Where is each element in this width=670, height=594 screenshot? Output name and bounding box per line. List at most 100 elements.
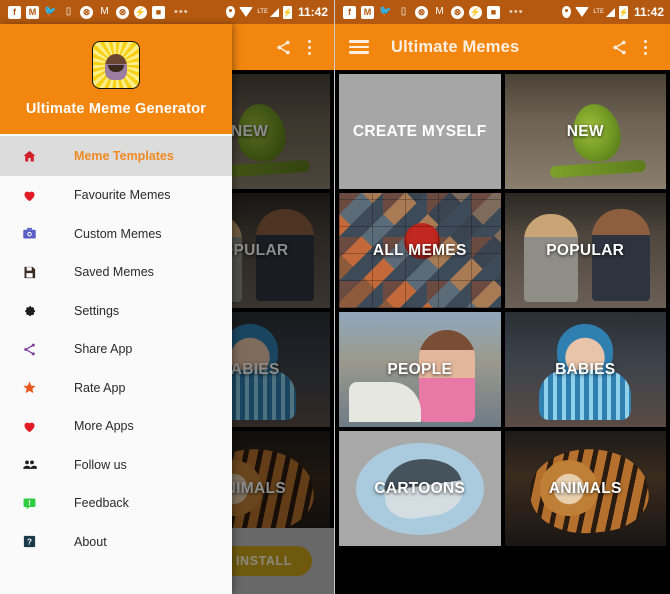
clock-left: 11:42 <box>297 5 328 19</box>
more-vert-icon[interactable] <box>632 34 658 60</box>
tile-label: CARTOONS <box>374 479 466 497</box>
camera-icon <box>22 225 44 243</box>
drawer-item-label: About <box>74 534 107 549</box>
twitter-icon: 🐦 <box>379 6 392 17</box>
status-overflow-dots: ••• <box>174 6 189 18</box>
drawer-header: Ultimate Meme Generator <box>0 24 232 136</box>
inbox-icon: ▯ <box>65 6 72 17</box>
battery-charging-icon: ⚡ <box>282 5 293 19</box>
tile-cartoons[interactable]: CARTOONS <box>339 431 501 546</box>
tile-label: CREATE MYSELF <box>352 122 487 140</box>
drawer-app-title: Ultimate Meme Generator <box>25 101 207 117</box>
network-label: LTE <box>593 9 604 15</box>
status-overflow-dots: ••• <box>509 6 524 18</box>
location-pin-icon <box>562 6 572 18</box>
facebook-icon: f <box>8 5 21 19</box>
navigation-drawer: Ultimate Meme Generator Meme Templates Fa… <box>0 24 232 594</box>
gallery-icon: ■ <box>152 5 165 19</box>
help-icon: ? <box>22 533 44 551</box>
page-title: Ultimate Memes <box>391 37 520 56</box>
drawer-item-follow-us[interactable]: Follow us <box>0 446 232 485</box>
drawer-item-label: Settings <box>74 303 120 318</box>
tile-label: POPULAR <box>546 241 625 259</box>
drawer-item-about[interactable]: ? About <box>0 523 232 562</box>
firefox-icon: ⊗ <box>80 5 93 19</box>
network-label: LTE <box>257 9 268 15</box>
tile-popular[interactable]: POPULAR <box>504 193 666 308</box>
status-bar-left: f M 🐦 ▯ ⊗ M ⊗ ⚡ ■ ••• LTE ⚡ 11:42 <box>0 0 334 24</box>
wifi-icon <box>575 7 590 17</box>
firefox-icon-2: ⊗ <box>116 5 129 19</box>
drawer-item-more-apps[interactable]: More Apps <box>0 407 232 446</box>
battery-charging-icon: ⚡ <box>618 5 629 19</box>
tile-all-memes[interactable]: ALL MEMES <box>339 193 501 308</box>
gmail-icon: M <box>26 5 39 19</box>
inbox-icon: ▯ <box>400 6 407 17</box>
facebook-icon: f <box>343 5 356 19</box>
drawer-item-settings[interactable]: Settings <box>0 292 232 331</box>
tile-label: PEOPLE <box>387 360 453 378</box>
left-phone-screen: f M 🐦 ▯ ⊗ M ⊗ ⚡ ■ ••• LTE ⚡ 11:42 NEW PO… <box>0 0 335 594</box>
feedback-icon <box>22 494 44 512</box>
people-icon <box>22 456 44 474</box>
firefox-icon: ⊗ <box>415 5 428 19</box>
twitter-icon: 🐦 <box>44 6 57 17</box>
drawer-item-label: Feedback <box>74 496 129 511</box>
share-icon[interactable] <box>270 34 296 60</box>
gmail-m-icon: M <box>100 6 109 17</box>
drawer-item-label: Saved Memes <box>74 265 154 280</box>
gmail-m-icon: M <box>435 6 444 17</box>
tile-people[interactable]: PEOPLE <box>339 312 501 427</box>
location-pin-icon <box>226 6 236 18</box>
save-icon <box>22 263 44 281</box>
tile-label: ALL MEMES <box>372 241 467 259</box>
wifi-icon <box>239 7 254 17</box>
drawer-item-feedback[interactable]: Feedback <box>0 484 232 523</box>
right-phone-screen: f M 🐦 ▯ ⊗ M ⊗ ⚡ ■ ••• LTE ⚡ 11:42 Ultima… <box>335 0 670 594</box>
signal-bars-icon <box>605 7 615 17</box>
messenger-icon: ⚡ <box>134 5 147 19</box>
clock-right: 11:42 <box>633 5 664 19</box>
app-logo-icon <box>92 41 140 89</box>
star-icon <box>22 379 44 397</box>
svg-text:?: ? <box>27 538 32 547</box>
tile-animals[interactable]: ANIMALS <box>504 431 666 546</box>
tile-label: BABIES <box>555 360 616 378</box>
notification-icons-right: f M 🐦 ▯ ⊗ M ⊗ ⚡ ■ ••• <box>343 5 562 19</box>
drawer-item-label: Favourite Memes <box>74 188 171 203</box>
signal-bars-icon <box>269 7 279 17</box>
dual-phone-screenshot: f M 🐦 ▯ ⊗ M ⊗ ⚡ ■ ••• LTE ⚡ 11:42 NEW PO… <box>0 0 670 594</box>
tile-label: ANIMALS <box>548 479 622 497</box>
gear-icon <box>22 302 44 320</box>
heart-icon <box>22 186 44 204</box>
drawer-item-share-app[interactable]: Share App <box>0 330 232 369</box>
share-icon[interactable] <box>606 34 632 60</box>
drawer-item-label: Share App <box>74 342 133 357</box>
drawer-item-favourite-memes[interactable]: Favourite Memes <box>0 176 232 215</box>
tile-label: NEW <box>566 122 604 140</box>
status-indicators-right: LTE ⚡ 11:42 <box>562 5 664 19</box>
drawer-item-label: Rate App <box>74 380 126 395</box>
drawer-item-label: More Apps <box>74 419 134 434</box>
tile-new[interactable]: NEW <box>504 74 666 189</box>
drawer-menu: Meme Templates Favourite Memes Custom Meme… <box>0 136 232 594</box>
drawer-item-label: Meme Templates <box>74 149 174 163</box>
drawer-item-saved-memes[interactable]: Saved Memes <box>0 253 232 292</box>
tile-create-myself[interactable]: CREATE MYSELF <box>339 74 501 189</box>
drawer-item-label: Follow us <box>74 457 127 472</box>
notification-icons-left: f M 🐦 ▯ ⊗ M ⊗ ⚡ ■ ••• <box>8 5 226 19</box>
share-icon <box>22 340 44 358</box>
drawer-item-label: Custom Memes <box>74 226 162 241</box>
status-indicators-left: LTE ⚡ 11:42 <box>226 5 328 19</box>
hamburger-menu-icon[interactable] <box>349 40 369 54</box>
home-icon <box>22 147 44 165</box>
firefox-icon-2: ⊗ <box>451 5 464 19</box>
gmail-icon: M <box>361 5 374 19</box>
drawer-item-meme-templates[interactable]: Meme Templates <box>0 136 232 176</box>
more-vert-icon[interactable] <box>296 34 322 60</box>
drawer-item-rate-app[interactable]: Rate App <box>0 369 232 408</box>
drawer-item-custom-memes[interactable]: Custom Memes <box>0 215 232 254</box>
status-bar-right: f M 🐦 ▯ ⊗ M ⊗ ⚡ ■ ••• LTE ⚡ 11:42 <box>335 0 670 24</box>
tile-babies[interactable]: BABIES <box>504 312 666 427</box>
gallery-icon: ■ <box>487 5 500 19</box>
